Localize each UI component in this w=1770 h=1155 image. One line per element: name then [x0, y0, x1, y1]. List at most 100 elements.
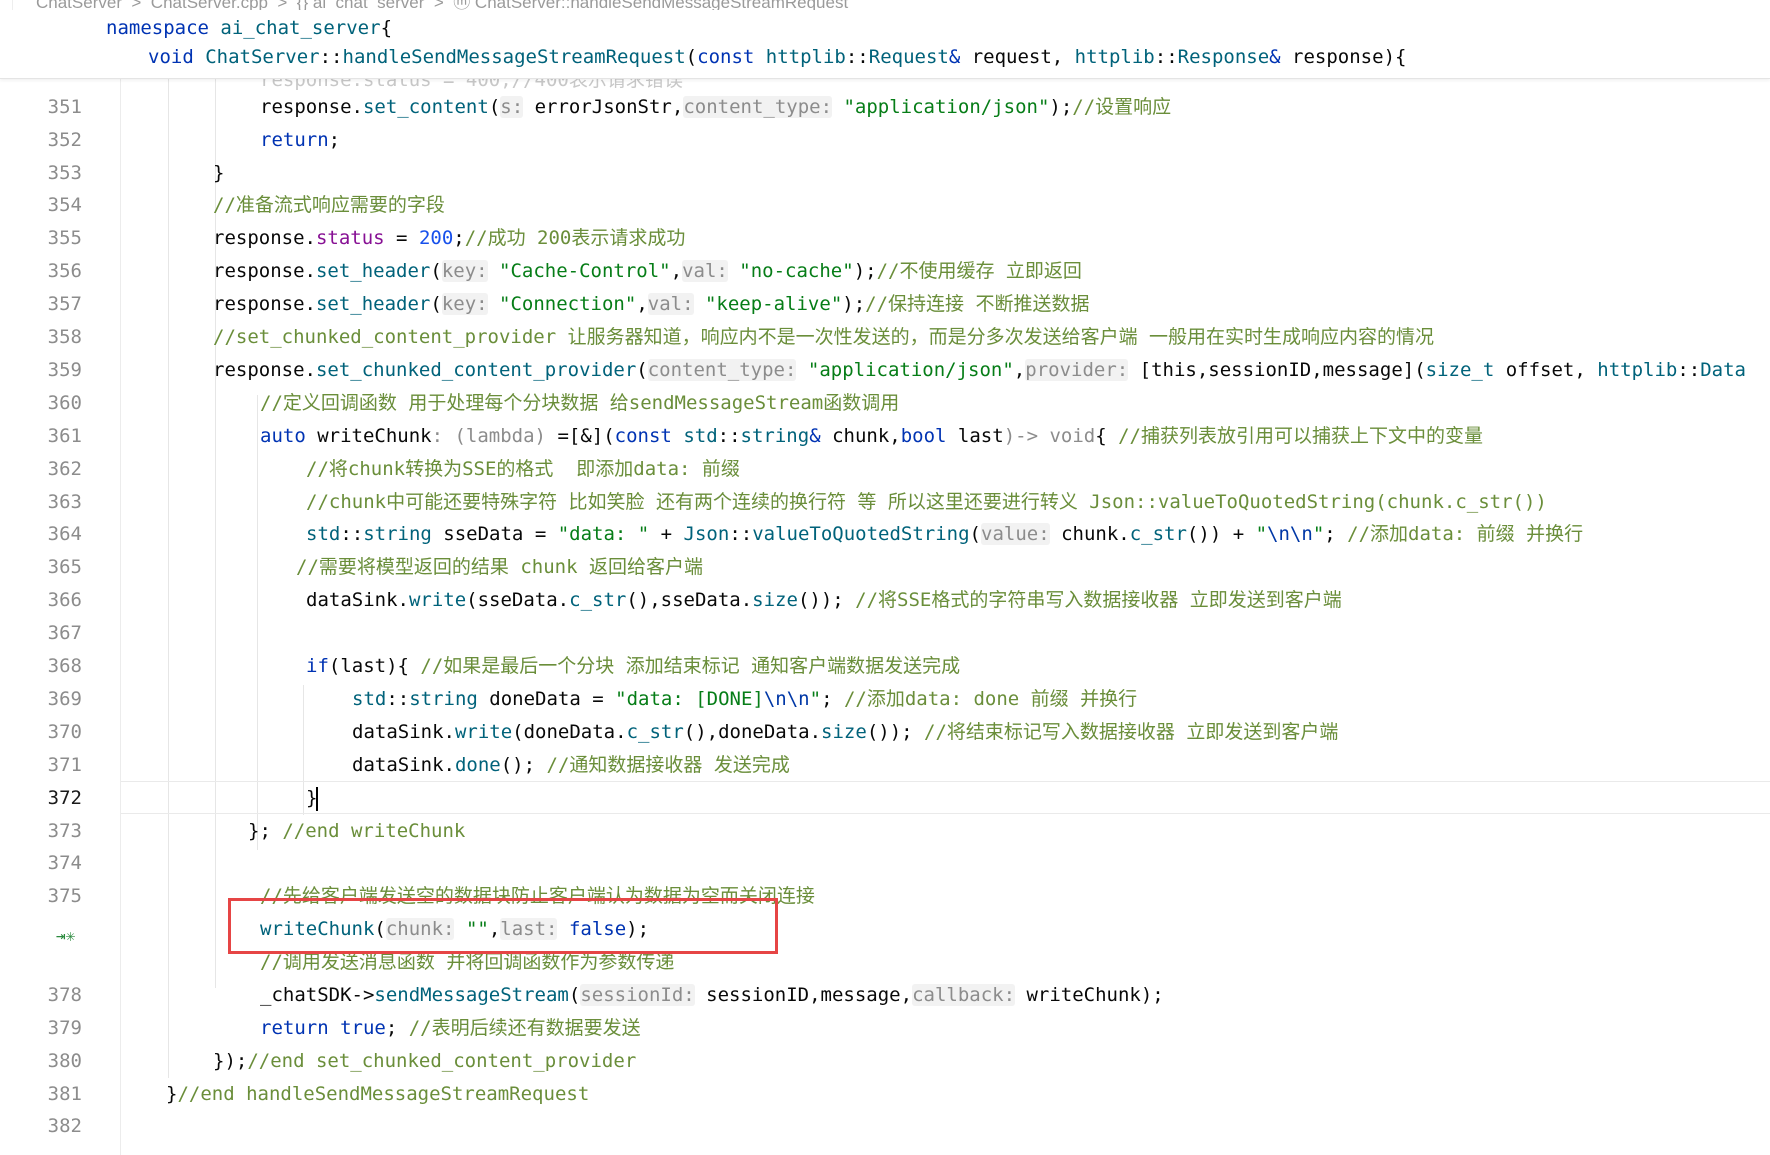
punct: ; [453, 227, 465, 249]
function-call: set_header [315, 260, 431, 282]
punct: ()); [797, 589, 856, 611]
keyword: auto [260, 425, 306, 447]
function-call: valueToQuotedString [752, 523, 970, 545]
op: = [523, 523, 558, 545]
code-line-365[interactable]: //需要将模型返回的结果 chunk 返回给客户端 [296, 551, 703, 584]
function-call: c_str [1129, 523, 1187, 545]
sticky-scroll-header[interactable]: namespace ai_chat_server{ void ChatServe… [0, 10, 1770, 79]
punct: ); [1049, 96, 1073, 118]
code-line-361[interactable]: auto writeChunk: (lambda) =[&](const std… [260, 420, 1483, 453]
code-line-360[interactable]: //定义回调函数 用于处理每个分块数据 给sendMessageStream函数… [260, 387, 899, 420]
comment: //添加data: done 前缀 并换行 [843, 688, 1138, 710]
comma: , [636, 293, 648, 315]
code-line-354[interactable]: //准备流式响应需要的字段 [213, 189, 445, 222]
code-line-380[interactable]: });//end set_chunked_content_provider [213, 1045, 636, 1078]
param-hint: callback: [912, 984, 1016, 1006]
param-hint: val: [647, 293, 694, 315]
sticky-namespace-line[interactable]: namespace ai_chat_server{ [106, 12, 392, 44]
function-call: c_str [626, 721, 684, 743]
paren: ( [568, 984, 581, 1006]
keyword: void [148, 46, 194, 68]
keyword: return [260, 129, 329, 151]
vertical-scrollbar[interactable] [1760, 78, 1770, 1155]
code-line-370[interactable]: dataSink.write(doneData.c_str(),doneData… [352, 716, 1338, 749]
namespace: Json [683, 523, 730, 545]
code-line-353[interactable]: } [213, 157, 224, 190]
code-line-372[interactable]: } [306, 782, 319, 815]
code-line-355[interactable]: response.status = 200;//成功 200表示请求成功 [213, 222, 685, 255]
line-number: 381 [47, 1083, 82, 1105]
punct: }); [213, 1050, 248, 1072]
sticky-function-line[interactable]: void ChatServer::handleSendMessageStream… [148, 41, 1406, 73]
arg: writeChunk [1015, 984, 1141, 1006]
breadcrumb-text[interactable]: ChatServer > ChatServer.cpp > {} ai_chat… [36, 0, 848, 10]
op: + [1221, 523, 1256, 545]
code-line-351[interactable]: response.set_content(s: errorJsonStr,con… [260, 91, 1171, 124]
arg: (sseData. [466, 589, 570, 611]
code-line-366[interactable]: dataSink.write(sseData.c_str(),sseData.s… [306, 584, 1342, 617]
keyword: namespace [106, 17, 209, 39]
code-line-363[interactable]: //chunk中可能还要特殊字符 比如笑脸 还有两个连续的换行符 等 所以这里还… [306, 486, 1547, 519]
line-number: 380 [47, 1050, 82, 1072]
punct: ; [821, 688, 844, 710]
comment: //将结束标记写入数据接收器 立即发送到客户端 [924, 721, 1339, 743]
code-line-378[interactable]: _chatSDK->sendMessageStream(sessionId: s… [260, 979, 1164, 1012]
identifier: dataSink [352, 721, 444, 743]
code-line-371[interactable]: dataSink.done(); //通知数据接收器 发送完成 [352, 749, 790, 782]
comment: //end set_chunked_content_provider [247, 1050, 637, 1072]
code-line-379[interactable]: return true; //表明后续还有数据要发送 [260, 1012, 641, 1045]
line-number: 363 [47, 491, 82, 513]
paren: ){ [1383, 46, 1407, 68]
namespace: std [683, 425, 718, 447]
type-name: string [740, 425, 810, 447]
function-name: handleSendMessageStreamRequest [342, 46, 686, 68]
dot: . [304, 293, 316, 315]
param-hint: provider: [1025, 359, 1129, 381]
paren: ( [603, 425, 615, 447]
function-call: sendMessageStream [374, 984, 569, 1006]
code-line-364[interactable]: std::string sseData = "data: " + Json::v… [306, 518, 1583, 551]
function-call: size [821, 721, 867, 743]
type-name: Data [1700, 359, 1746, 381]
arrow: -> [351, 984, 375, 1006]
namespace: httplib [1074, 46, 1155, 68]
code-line-362[interactable]: //将chunk转换为SSE的格式 即添加data: 前缀 [306, 453, 740, 486]
code-line-373[interactable]: }; //end writeChunk [248, 815, 465, 848]
arrow: )-> [1003, 425, 1050, 447]
breadcrumb[interactable]: ChatServer > ChatServer.cpp > {} ai_chat… [0, 0, 1770, 10]
code-line-358[interactable]: //set_chunked_content_provider 让服务器知道，响应… [213, 321, 1434, 354]
scope-sep: :: [1677, 359, 1701, 381]
code-line-369[interactable]: std::string doneData = "data: [DONE]\n\n… [352, 683, 1137, 716]
string-literal: "Cache-Control" [499, 260, 671, 282]
brace: { [1095, 425, 1119, 447]
dot: . [304, 359, 316, 381]
line-number: 379 [47, 1017, 82, 1039]
scope-sep: :: [845, 46, 869, 68]
line-number: 366 [47, 589, 82, 611]
code-line-356[interactable]: response.set_header(key: "Cache-Control"… [213, 255, 1082, 288]
line-number: 382 [47, 1115, 82, 1137]
type-hint: : (lambda) [431, 425, 546, 447]
comma: , [1013, 359, 1026, 381]
type-name: Request [868, 46, 949, 68]
dot: . [397, 589, 409, 611]
escape-sequence: \n\n [1267, 523, 1313, 545]
scope-sep: :: [729, 523, 753, 545]
namespace: httplib [1597, 359, 1678, 381]
line-number: 373 [47, 820, 82, 842]
lambda-capture: [&] [568, 425, 604, 447]
comment: //将SSE格式的字符串写入数据接收器 立即发送到客户端 [855, 589, 1342, 611]
code-line-381[interactable]: }//end handleSendMessageStreamRequest [166, 1078, 589, 1111]
step-into-icon[interactable]: ⇥✳ [56, 925, 80, 947]
code-line-352[interactable]: return; [260, 124, 340, 157]
text-cursor [316, 786, 319, 811]
scope-sep: :: [340, 523, 364, 545]
code-line-357[interactable]: response.set_header(key: "Connection",va… [213, 288, 1089, 321]
line-number: 360 [47, 392, 82, 414]
code-line-368[interactable]: if(last){ //如果是最后一个分块 添加结束标记 通知客户端数据发送完成 [306, 650, 960, 683]
function-call: write [408, 589, 467, 611]
namespace: httplib [765, 46, 846, 68]
code-line-359[interactable]: response.set_chunked_content_provider(co… [213, 354, 1746, 387]
dot: . [443, 721, 455, 743]
identifier: dataSink [306, 589, 398, 611]
